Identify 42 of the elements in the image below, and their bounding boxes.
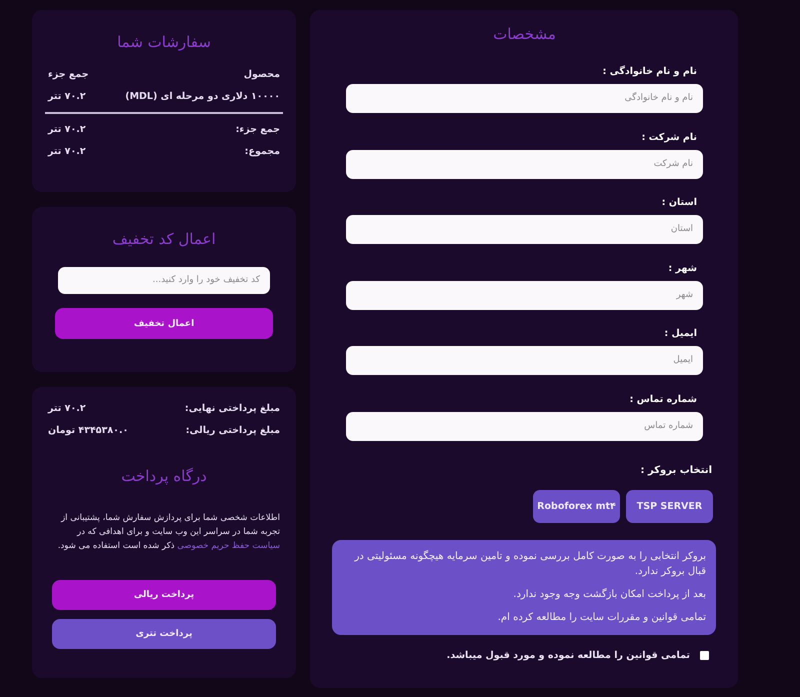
field-label: ایمیل :	[664, 327, 698, 342]
field-label: شهر :	[668, 262, 698, 276]
input-field[interactable]: استان	[346, 215, 703, 244]
terms-label: تمامی قوانین را مطالعه نموده و مورد قبول میباشد.	[446, 648, 690, 663]
field-label: نام شرکت :	[642, 130, 698, 145]
product-cell: ۱۰۰۰۰ دلاری دو مرحله ای (MDL)	[125, 90, 280, 104]
broker-label: انتخاب بروکر :	[640, 464, 713, 478]
apply-coupon-button[interactable]: اعمال تخفیف	[55, 308, 273, 339]
field-label: شماره تماس :	[630, 392, 698, 407]
input-field[interactable]: شماره تماس	[346, 412, 703, 441]
section-title: سفارشات شما	[116, 32, 212, 52]
amount-value: ۴۳۴۵۳۸۰.۰ تومان	[48, 424, 128, 438]
notice-text: تمامی قوانین و مقررات سایت را مطالعه کرده ام.	[496, 610, 706, 625]
amount-label: مبلغ پرداختی ریالی:	[186, 424, 280, 438]
total-label: جمع جزء:	[236, 123, 280, 137]
broker-option[interactable]: TSP SERVER	[626, 490, 713, 523]
total-label: مجموع:	[244, 145, 280, 159]
pay-button[interactable]: پرداخت تتری	[52, 619, 276, 649]
section-title: مشخصات	[492, 24, 557, 44]
pay-button[interactable]: پرداخت ریالی	[52, 580, 276, 610]
notice-text: بعد از پرداخت امکان بازگشت وجه وجود ندارد.	[512, 587, 706, 602]
field-label: استان :	[662, 196, 698, 210]
section-title: درگاه پرداخت	[120, 466, 208, 486]
section-title: اعمال کد تخفیف	[111, 229, 217, 249]
terms-checkbox[interactable]	[700, 651, 709, 660]
broker-option[interactable]: Roboforex mt۴	[533, 490, 620, 523]
field-label: نام و نام خانوادگی :	[602, 65, 698, 79]
amount-label: مبلغ پرداختی نهایی:	[184, 402, 280, 416]
subtotal-cell: ۷۰.۲ تتر	[48, 90, 86, 104]
input-field[interactable]: شهر	[346, 280, 703, 310]
input-field[interactable]: نام شرکت	[346, 150, 703, 179]
amount-value: ۷۰.۲ تتر	[48, 402, 86, 416]
coupon-field[interactable]: کد تخفیف خود را وارد کنید...	[58, 267, 270, 294]
total-value: ۷۰.۲ تتر	[48, 123, 86, 137]
input-field[interactable]: نام و نام خانوادگی	[346, 84, 703, 113]
privacy-notice: اطلاعات شخصی شما برای پردازش سفارش شما، پشتیبانی از تجربه شما در سراسر این وب سایت و برای اهدافی که در سیاست حفظ حریم خصوصی ذکر شده است استفاده می شود.	[56, 512, 280, 553]
notice-text: بروکر انتخابی را به صورت کامل بررسی نموده و تامین سرمایه هیچگونه مسئولیتی در قبال بروکر ندارد.	[353, 549, 706, 579]
column-header: جمع جزء	[48, 68, 89, 82]
input-field[interactable]: ایمیل	[346, 346, 703, 376]
total-value: ۷۰.۲ تتر	[48, 145, 86, 159]
column-header: محصول	[244, 68, 280, 82]
privacy-policy-link[interactable]: سیاست حفظ حریم خصوصی	[177, 541, 280, 551]
